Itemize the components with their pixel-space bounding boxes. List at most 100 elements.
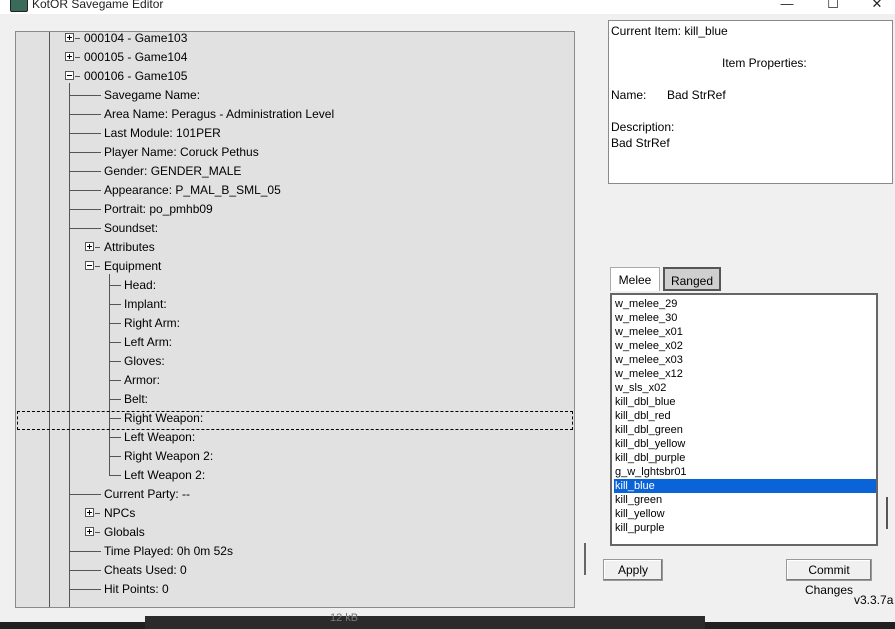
tree-row-label: Right Weapon 2: [124,449,214,463]
tree-row-label: Player Name: Coruck Pethus [104,145,259,159]
tree-connector [109,361,121,362]
tree-row[interactable]: Cheats Used: 0 [16,561,572,580]
tree-row-label: Gloves: [124,354,165,368]
tree-connector [69,551,101,552]
list-item[interactable]: kill_blue [614,479,876,493]
list-item[interactable]: w_sls_x02 [614,381,876,395]
tree-row[interactable]: Attributes [16,238,572,257]
list-item[interactable]: w_melee_x02 [614,339,876,353]
list-item[interactable]: kill_purple [614,521,876,535]
list-item[interactable]: w_melee_30 [614,311,876,325]
tree-row-label: Left Weapon: [124,430,196,444]
tree-row[interactable]: Player Name: Coruck Pethus [16,143,572,162]
tree-row[interactable]: 000104 - Game103 [16,31,572,48]
tree-row-label: Portrait: po_pmhb09 [104,202,213,216]
tree-row-label: 000105 - Game104 [84,50,188,64]
tree-row[interactable]: Globals [16,523,572,542]
list-item[interactable]: kill_dbl_purple [614,451,876,465]
close-button[interactable]: ✕ [862,0,892,12]
tree-row[interactable]: Belt: [16,390,572,409]
tree-connector [95,266,100,267]
tree-row[interactable]: Right Weapon: [16,409,572,428]
collapse-icon[interactable] [85,261,94,270]
list-item[interactable]: kill_dbl_red [614,409,876,423]
tree-row[interactable]: Savegame Name: [16,86,572,105]
expand-icon[interactable] [85,527,94,536]
tree-row-label: Current Party: -- [104,487,191,501]
commit-changes-button[interactable]: Commit Changes [786,559,872,597]
name-label: Name: [611,88,647,102]
list-item[interactable]: kill_dbl_green [614,423,876,437]
maximize-button[interactable]: ☐ [818,0,848,12]
apply-button[interactable]: Apply [603,559,663,581]
tree-row[interactable]: Time Played: 0h 0m 52s [16,542,572,561]
tree-row-label: Equipment [104,259,162,273]
list-item[interactable]: kill_yellow [614,507,876,521]
tree-row-label: Right Weapon: [124,411,204,425]
expand-icon[interactable] [85,242,94,251]
list-item[interactable]: kill_green [614,493,876,507]
tree-row-label: Implant: [124,297,167,311]
tree-row[interactable]: Last Module: 101PER [16,124,572,143]
collapse-icon[interactable] [65,71,74,80]
tree-row[interactable]: Portrait: po_pmhb09 [16,200,572,219]
tree-row-label: Savegame Name: [104,88,201,102]
tree-row[interactable]: Implant: [16,295,572,314]
tree-row-label: Area Name: Peragus - Administration Leve… [104,107,335,121]
tree-row[interactable]: Soundset: [16,219,572,238]
expand-icon[interactable] [65,33,74,42]
tree-row-label: Appearance: P_MAL_B_SML_05 [104,183,281,197]
version-label: v3.3.7a [854,593,894,607]
tree-row[interactable]: Gloves: [16,352,572,371]
tab-ranged[interactable]: Ranged [663,267,721,291]
tree-row-label: 000106 - Game105 [84,69,188,83]
expand-icon[interactable] [85,508,94,517]
list-item[interactable]: w_melee_x12 [614,367,876,381]
splitter-handle[interactable] [584,543,586,575]
tree-row[interactable]: Current Party: -- [16,485,572,504]
tree-row[interactable]: Right Arm: [16,314,572,333]
list-item[interactable]: kill_dbl_blue [614,395,876,409]
tree-connector [109,285,121,286]
tree-connector [69,152,101,153]
tree-connector [109,418,121,419]
tab-melee[interactable]: Melee [610,267,660,291]
size-label: 12 kB [330,612,359,624]
tree-connector [69,228,101,229]
tree-row[interactable]: NPCs [16,504,572,523]
tree-connector [95,513,100,514]
tree-row-label: Globals [104,525,145,539]
tree-row[interactable]: Equipment [16,257,572,276]
save-tree[interactable]: 000104 - Game103 000105 - Game104 000106 -… [15,31,575,608]
minimize-button[interactable]: — [772,0,802,12]
tree-row[interactable]: Hit Points: 0 [16,580,572,599]
tree-row-label: 000104 - Game103 [84,31,188,45]
list-item[interactable]: g_w_lghtsbr01 [614,465,876,479]
description-value: Bad StrRef [611,136,670,150]
list-item[interactable]: w_melee_29 [614,297,876,311]
tree-row[interactable]: Area Name: Peragus - Administration Leve… [16,105,572,124]
tree-row[interactable]: 000106 - Game105 [16,67,572,86]
tree-connector [109,323,121,324]
tree-row[interactable]: Gender: GENDER_MALE [16,162,572,181]
tree-row[interactable]: Head: [16,276,572,295]
tree-row[interactable]: Armor: [16,371,572,390]
list-item[interactable]: kill_dbl_yellow [614,437,876,451]
list-scrollbar[interactable] [886,497,888,529]
tree-row[interactable]: Appearance: P_MAL_B_SML_05 [16,181,572,200]
tree-row[interactable]: Left Weapon: [16,428,572,447]
tree-row-label: Attributes [104,240,155,254]
list-item[interactable]: w_melee_x01 [614,325,876,339]
item-list[interactable]: w_melee_29 w_melee_30 w_melee_x01 w_melee_x… [610,293,878,546]
tree-row[interactable]: Left Arm: [16,333,572,352]
tree-row[interactable]: Right Weapon 2: [16,447,572,466]
taskbar-region [145,616,705,629]
item-properties-heading: Item Properties: [722,56,807,70]
tree-row[interactable]: Left Weapon 2: [16,466,572,485]
tree-row-label: Right Arm: [124,316,181,330]
title-bar: KotOR Savegame Editor — ☐ ✕ [0,0,895,14]
list-item[interactable]: w_melee_x03 [614,353,876,367]
expand-icon[interactable] [65,52,74,61]
tree-connector [109,342,121,343]
tree-row[interactable]: 000105 - Game104 [16,48,572,67]
